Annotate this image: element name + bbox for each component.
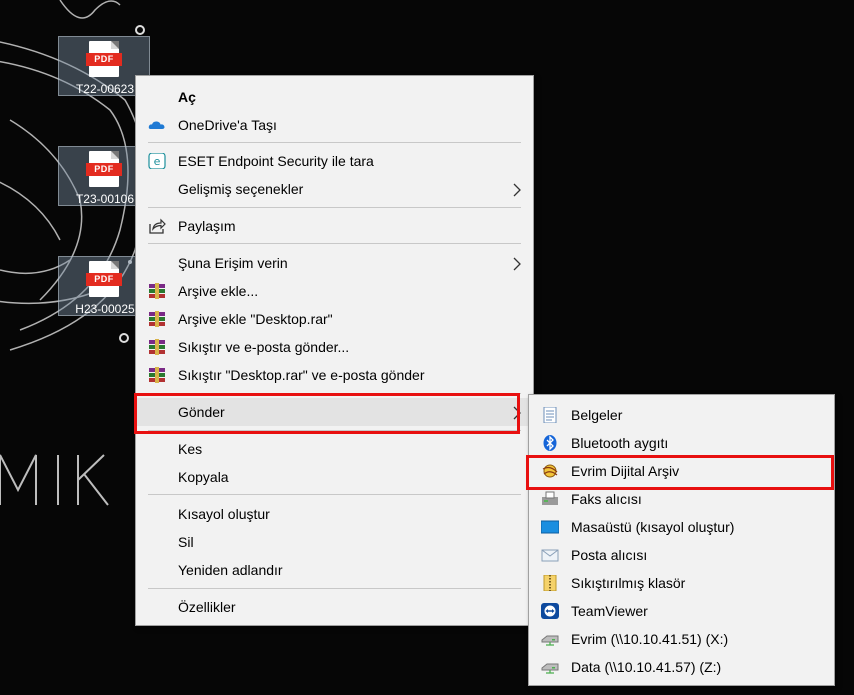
- eset-icon: e: [148, 153, 166, 169]
- menu-item-label: Posta alıcısı: [571, 547, 648, 563]
- menu-item-label: Masaüstü (kısayol oluştur): [571, 519, 735, 535]
- menu-separator: [148, 243, 521, 244]
- pdf-badge: PDF: [86, 163, 122, 176]
- menu-separator: [148, 588, 521, 589]
- winrar-icon: [149, 367, 165, 383]
- menu-separator: [148, 142, 521, 143]
- send-to-teamviewer[interactable]: TeamViewer: [529, 597, 834, 625]
- menu-item-label: Şuna Erişim verin: [178, 255, 288, 271]
- menu-item-cut[interactable]: Kes: [136, 435, 533, 463]
- menu-item-create-shortcut[interactable]: Kısayol oluştur: [136, 500, 533, 528]
- winrar-icon: [149, 311, 165, 327]
- menu-item-label: Sil: [178, 534, 194, 550]
- menu-item-label: Arşive ekle...: [178, 283, 259, 299]
- pdf-file-icon: PDF: [86, 41, 122, 77]
- pdf-file-icon: PDF: [86, 151, 122, 187]
- menu-item-label: TeamViewer: [571, 603, 648, 619]
- menu-item-advanced-options[interactable]: Gelişmiş seçenekler: [136, 175, 533, 203]
- menu-item-label: Data (\\10.10.41.57) (Z:): [571, 659, 722, 675]
- menu-item-label: Sıkıştırılmış klasör: [571, 575, 686, 591]
- documents-icon: [543, 407, 557, 423]
- send-to-data-network-drive[interactable]: Data (\\10.10.41.57) (Z:): [529, 653, 834, 681]
- svg-text:e: e: [154, 155, 161, 168]
- menu-item-add-to-archive[interactable]: Arşive ekle...: [136, 277, 533, 305]
- menu-item-delete[interactable]: Sil: [136, 528, 533, 556]
- fax-icon: [542, 491, 558, 505]
- send-to-evrim-network-drive[interactable]: Evrim (\\10.10.41.51) (X:): [529, 625, 834, 653]
- menu-item-compress-desktop-rar-and-email[interactable]: Sıkıştır "Desktop.rar" ve e-posta gönder: [136, 361, 533, 389]
- menu-item-add-to-desktop-rar[interactable]: Arşive ekle "Desktop.rar": [136, 305, 533, 333]
- menu-item-label: Paylaşım: [178, 218, 236, 234]
- menu-item-eset-scan[interactable]: e ESET Endpoint Security ile tara: [136, 147, 533, 175]
- desktop-icon: [541, 520, 559, 534]
- menu-item-rename[interactable]: Yeniden adlandır: [136, 556, 533, 584]
- menu-item-label: Arşive ekle "Desktop.rar": [178, 311, 333, 327]
- menu-item-give-access[interactable]: Şuna Erişim verin: [136, 249, 533, 277]
- send-to-compressed-folder[interactable]: Sıkıştırılmış klasör: [529, 569, 834, 597]
- menu-separator: [148, 207, 521, 208]
- network-drive-icon: [541, 635, 559, 646]
- menu-item-label: Kısayol oluştur: [178, 506, 270, 522]
- menu-item-label: ESET Endpoint Security ile tara: [178, 153, 374, 169]
- menu-item-label: Bluetooth aygıtı: [571, 435, 669, 451]
- send-to-bluetooth[interactable]: Bluetooth aygıtı: [529, 429, 834, 457]
- menu-item-share[interactable]: Paylaşım: [136, 212, 533, 240]
- menu-item-label: Kes: [178, 441, 203, 457]
- context-menu: Aç OneDrive'a Taşı e ESET Endpoint Secur…: [135, 75, 534, 626]
- menu-item-open[interactable]: Aç: [136, 83, 533, 111]
- menu-item-copy[interactable]: Kopyala: [136, 463, 533, 491]
- network-drive-icon: [541, 663, 559, 674]
- menu-item-properties[interactable]: Özellikler: [136, 593, 533, 621]
- bluetooth-icon: [543, 435, 557, 451]
- evrim-highlight-box: [526, 455, 834, 490]
- menu-separator: [148, 494, 521, 495]
- chevron-right-icon: [513, 183, 521, 197]
- pdf-badge: PDF: [86, 53, 122, 66]
- send-to-mail-recipient[interactable]: Posta alıcısı: [529, 541, 834, 569]
- menu-item-label: Evrim (\\10.10.41.51) (X:): [571, 631, 729, 647]
- teamviewer-icon: [541, 603, 559, 619]
- menu-item-label: Aç: [178, 89, 196, 105]
- winrar-icon: [149, 283, 165, 299]
- menu-item-label: Sıkıştır "Desktop.rar" ve e-posta gönder: [178, 367, 425, 383]
- send-to-highlight-box: [134, 393, 520, 434]
- zip-folder-icon: [543, 575, 557, 591]
- winrar-icon: [149, 339, 165, 355]
- mail-icon: [541, 549, 559, 562]
- pdf-badge: PDF: [86, 273, 122, 286]
- send-to-desktop-shortcut[interactable]: Masaüstü (kısayol oluştur): [529, 513, 834, 541]
- onedrive-icon: [148, 121, 165, 129]
- menu-item-label: Belgeler: [571, 407, 623, 423]
- menu-item-label: Kopyala: [178, 469, 229, 485]
- send-to-submenu: Belgeler Bluetooth aygıtı Evrim Dijital …: [528, 394, 835, 686]
- pdf-file-icon: PDF: [86, 261, 122, 297]
- menu-item-label: Özellikler: [178, 599, 236, 615]
- menu-item-label: Gelişmiş seçenekler: [178, 181, 304, 197]
- menu-item-label: Sıkıştır ve e-posta gönder...: [178, 339, 350, 355]
- send-to-documents[interactable]: Belgeler: [529, 401, 834, 429]
- menu-item-move-to-onedrive[interactable]: OneDrive'a Taşı: [136, 111, 533, 139]
- menu-item-compress-and-email[interactable]: Sıkıştır ve e-posta gönder...: [136, 333, 533, 361]
- menu-item-label: Yeniden adlandır: [178, 562, 283, 578]
- menu-item-label: OneDrive'a Taşı: [178, 117, 277, 133]
- chevron-right-icon: [513, 257, 521, 271]
- share-icon: [149, 218, 166, 234]
